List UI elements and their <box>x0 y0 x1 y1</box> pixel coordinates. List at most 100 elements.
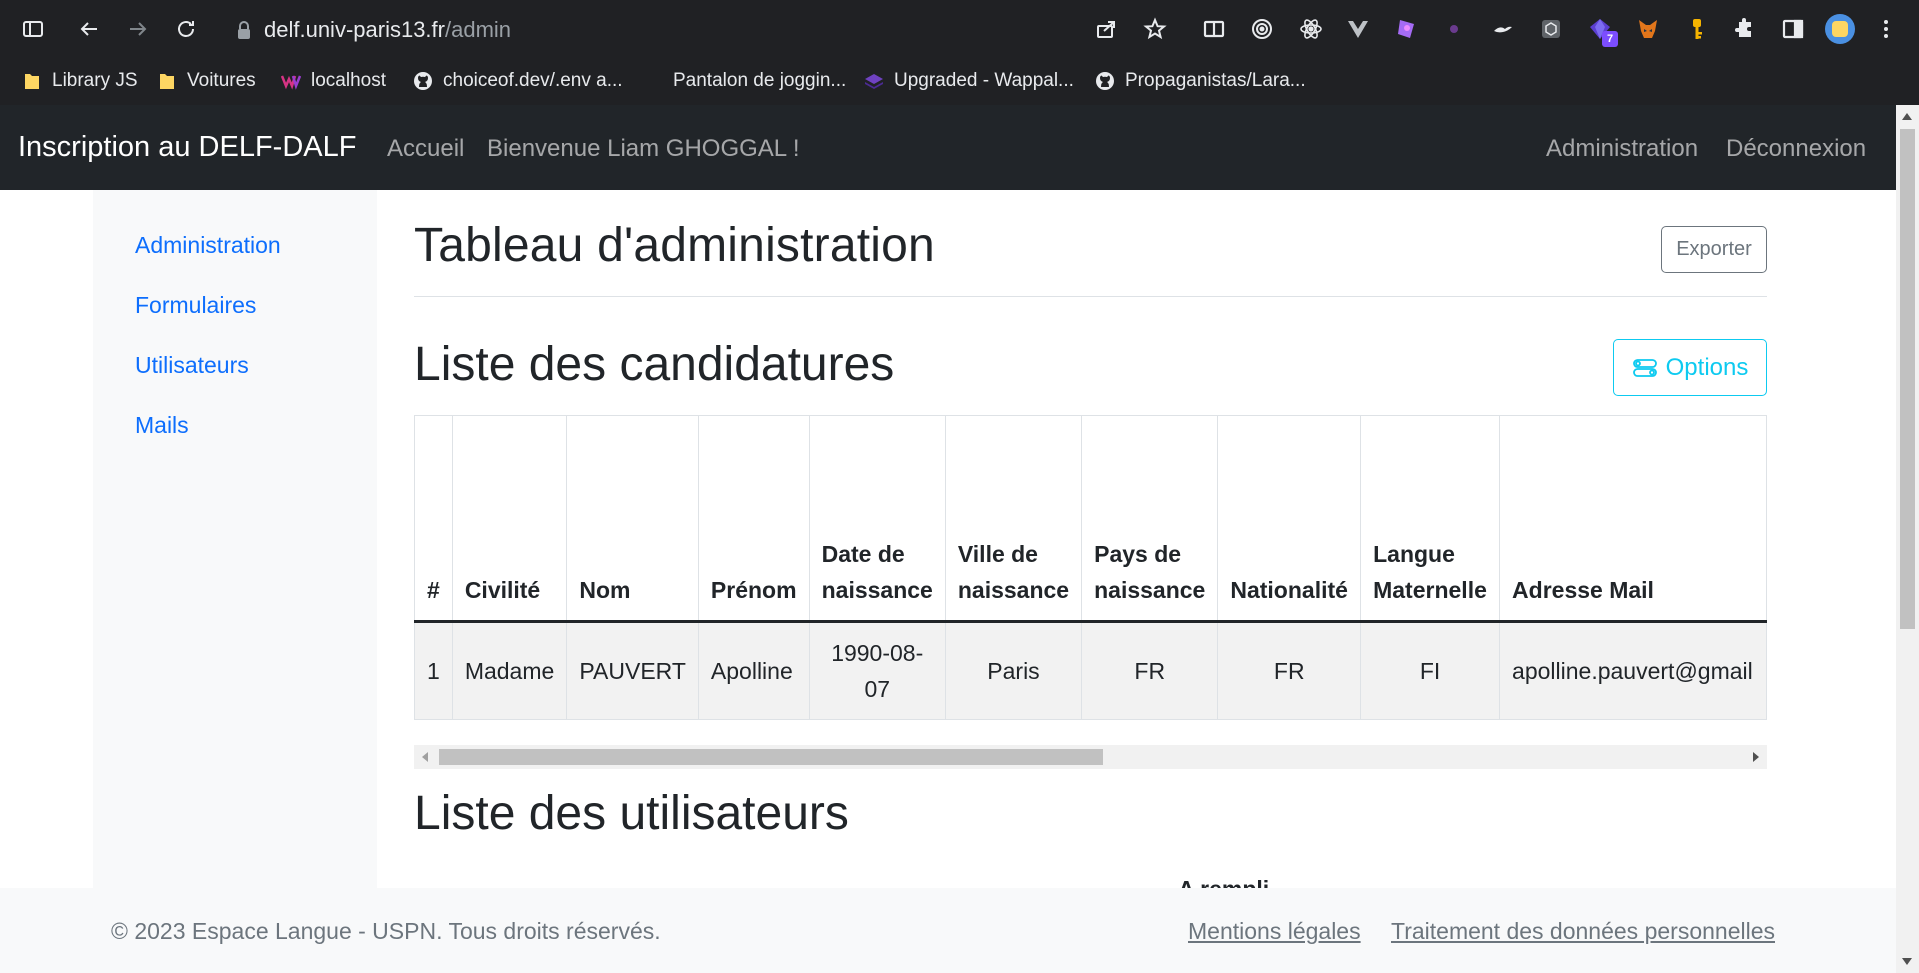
sidebar-item-utilisateurs[interactable]: Utilisateurs <box>135 352 249 379</box>
page-scrollbar-thumb[interactable] <box>1900 129 1915 629</box>
navbar-brand[interactable]: Inscription au DELF-DALF <box>18 131 356 164</box>
share-icon[interactable] <box>1092 15 1120 43</box>
metamask-icon[interactable] <box>1634 15 1662 43</box>
bookmark-choiceof[interactable]: choiceof.dev/.env a... <box>413 68 623 94</box>
github-icon <box>1096 72 1114 90</box>
cell-civilite: Madame <box>451 621 568 720</box>
footer-link-donnees-personnelles[interactable]: Traitement des données personnelles <box>1391 918 1775 945</box>
nav-link-accueil[interactable]: Accueil <box>387 135 464 163</box>
bookmark-label: Upgraded - Wappal... <box>894 70 1074 91</box>
cell-date-naissance: 1990-08- 07 <box>808 621 946 720</box>
col-header-prenom: Prénom <box>697 415 810 623</box>
gem-extension-icon[interactable]: 7 <box>1586 15 1618 47</box>
options-button[interactable]: Options <box>1613 339 1767 396</box>
bookmark-library-js[interactable]: Library JS <box>22 68 138 94</box>
sidebar-toggle-icon[interactable] <box>18 14 48 44</box>
footer-copyright: © 2023 Espace Langue - USPN. Tous droits… <box>111 918 661 944</box>
folder-icon <box>160 74 174 89</box>
table-row: 1 Madame PAUVERT Apolline 1990-08- 07 Par… <box>414 621 1767 720</box>
bookmark-localhost[interactable]: localhost <box>281 68 386 94</box>
sidebar-item-administration[interactable]: Administration <box>135 232 281 259</box>
bird-extension-icon[interactable] <box>1489 15 1517 43</box>
bookmark-label: Pantalon de joggin... <box>673 70 847 91</box>
address-bar-row: delf.univ-paris13.fr/admin 7 <box>0 0 1919 58</box>
footer-link-mentions-legales[interactable]: Mentions légales <box>1188 918 1361 945</box>
cell-langue-maternelle: FI <box>1360 621 1501 720</box>
target-extension-icon[interactable] <box>1248 15 1276 43</box>
kebab-menu-icon[interactable] <box>1872 15 1900 43</box>
bookmark-propaganistas[interactable]: Propaganistas/Lara... <box>1095 68 1306 94</box>
bookmark-upgraded[interactable]: Upgraded - Wappal... <box>864 68 1074 94</box>
sidebar-item-mails[interactable]: Mails <box>135 412 189 439</box>
bookmark-label: choiceof.dev/.env a... <box>443 70 623 91</box>
page-footer: © 2023 Espace Langue - USPN. Tous droits… <box>0 888 1896 973</box>
avatar-icon <box>1832 21 1848 37</box>
cell-nationalite: FR <box>1217 621 1362 720</box>
toggles-icon <box>1632 358 1657 377</box>
scroll-right-arrow-icon[interactable] <box>1753 752 1759 762</box>
url-path: /admin <box>444 17 512 42</box>
col-header-civilite: Civilité <box>451 415 568 623</box>
col-header-nationalite: Nationalité <box>1217 415 1362 623</box>
nav-link-deconnexion[interactable]: Déconnexion <box>1726 135 1866 163</box>
reload-icon[interactable] <box>171 14 201 44</box>
back-arrow-icon[interactable] <box>74 14 104 44</box>
candidatures-heading: Liste des candidatures <box>414 338 895 391</box>
key-extension-icon[interactable] <box>1683 15 1711 43</box>
profile-avatar[interactable] <box>1825 14 1855 44</box>
cell-adresse-mail: apolline.pauvert@gmail <box>1499 621 1767 720</box>
bookmarks-bar: Library JS Voitures localhost choiceof.d… <box>0 58 1919 105</box>
reading-mode-icon[interactable] <box>1200 15 1228 43</box>
puzzle-extensions-icon[interactable] <box>1731 15 1759 43</box>
lock-icon <box>238 21 250 39</box>
browser-chrome: delf.univ-paris13.fr/admin 7 Library JS … <box>0 0 1919 105</box>
export-button[interactable]: Exporter <box>1661 226 1767 273</box>
cell-number: 1 <box>414 621 453 720</box>
col-header-pays-naissance: Pays de naissance <box>1081 415 1219 623</box>
col-header-nom: Nom <box>566 415 699 623</box>
scroll-left-arrow-icon[interactable] <box>422 752 428 762</box>
dot-extension-icon[interactable] <box>1440 15 1468 43</box>
react-devtools-icon[interactable] <box>1297 15 1325 43</box>
sidebar-item-formulaires[interactable]: Formulaires <box>135 292 256 319</box>
star-icon[interactable] <box>1141 15 1169 43</box>
stack-icon <box>865 74 883 89</box>
extension-badge: 7 <box>1602 31 1618 47</box>
col-header-date-naissance: Date de naissance <box>808 415 946 623</box>
page-scrollbar[interactable] <box>1896 105 1919 973</box>
bookmark-label: Voitures <box>187 70 256 91</box>
table-header-row: # Civilité Nom Prénom Date de naissance V… <box>414 415 1767 623</box>
vue-devtools-icon[interactable] <box>1344 15 1372 43</box>
bookmark-pantalon[interactable]: Pantalon de joggin... <box>643 68 846 94</box>
candidatures-table: # Civilité Nom Prénom Date de naissance V… <box>414 415 1767 720</box>
github-icon <box>414 72 432 90</box>
blank-page-icon <box>643 71 663 91</box>
table-horizontal-scrollbar[interactable] <box>414 745 1767 769</box>
cell-prenom: Apolline <box>697 621 810 720</box>
table-scrollbar-thumb[interactable] <box>439 749 1103 765</box>
nav-link-administration[interactable]: Administration <box>1546 135 1698 163</box>
purple-extension-icon[interactable] <box>1392 15 1420 43</box>
wappalyzer-icon <box>281 75 301 90</box>
title-divider <box>414 296 1767 297</box>
users-table-partial-header: A rempli <box>1178 872 1269 888</box>
candidatures-table-scroller[interactable]: # Civilité Nom Prénom Date de naissance V… <box>414 415 1767 720</box>
url-host: delf.univ-paris13.fr <box>264 17 445 42</box>
scroll-down-arrow-icon[interactable] <box>1902 958 1912 965</box>
side-panel-icon[interactable] <box>1779 15 1807 43</box>
col-header-ville-naissance: Ville de naissance <box>944 415 1083 623</box>
bookmark-label: localhost <box>311 70 386 91</box>
forward-arrow-icon[interactable] <box>123 14 153 44</box>
bookmark-voitures[interactable]: Voitures <box>157 68 256 94</box>
app-navbar: Inscription au DELF-DALF Accueil Bienven… <box>0 105 1896 190</box>
col-header-adresse-mail: Adresse Mail <box>1499 415 1767 623</box>
options-label: Options <box>1665 353 1749 381</box>
nav-welcome-text: Bienvenue Liam GHOGGAL ! <box>487 135 800 162</box>
cell-nom: PAUVERT <box>566 621 699 720</box>
scroll-up-arrow-icon[interactable] <box>1902 113 1912 120</box>
url-field[interactable]: delf.univ-paris13.fr/admin <box>236 17 511 43</box>
folder-icon <box>25 74 39 89</box>
users-heading: Liste des utilisateurs <box>414 787 849 840</box>
col-header-langue-maternelle: Langue Maternelle <box>1360 415 1501 623</box>
cube-extension-icon[interactable] <box>1537 15 1565 43</box>
